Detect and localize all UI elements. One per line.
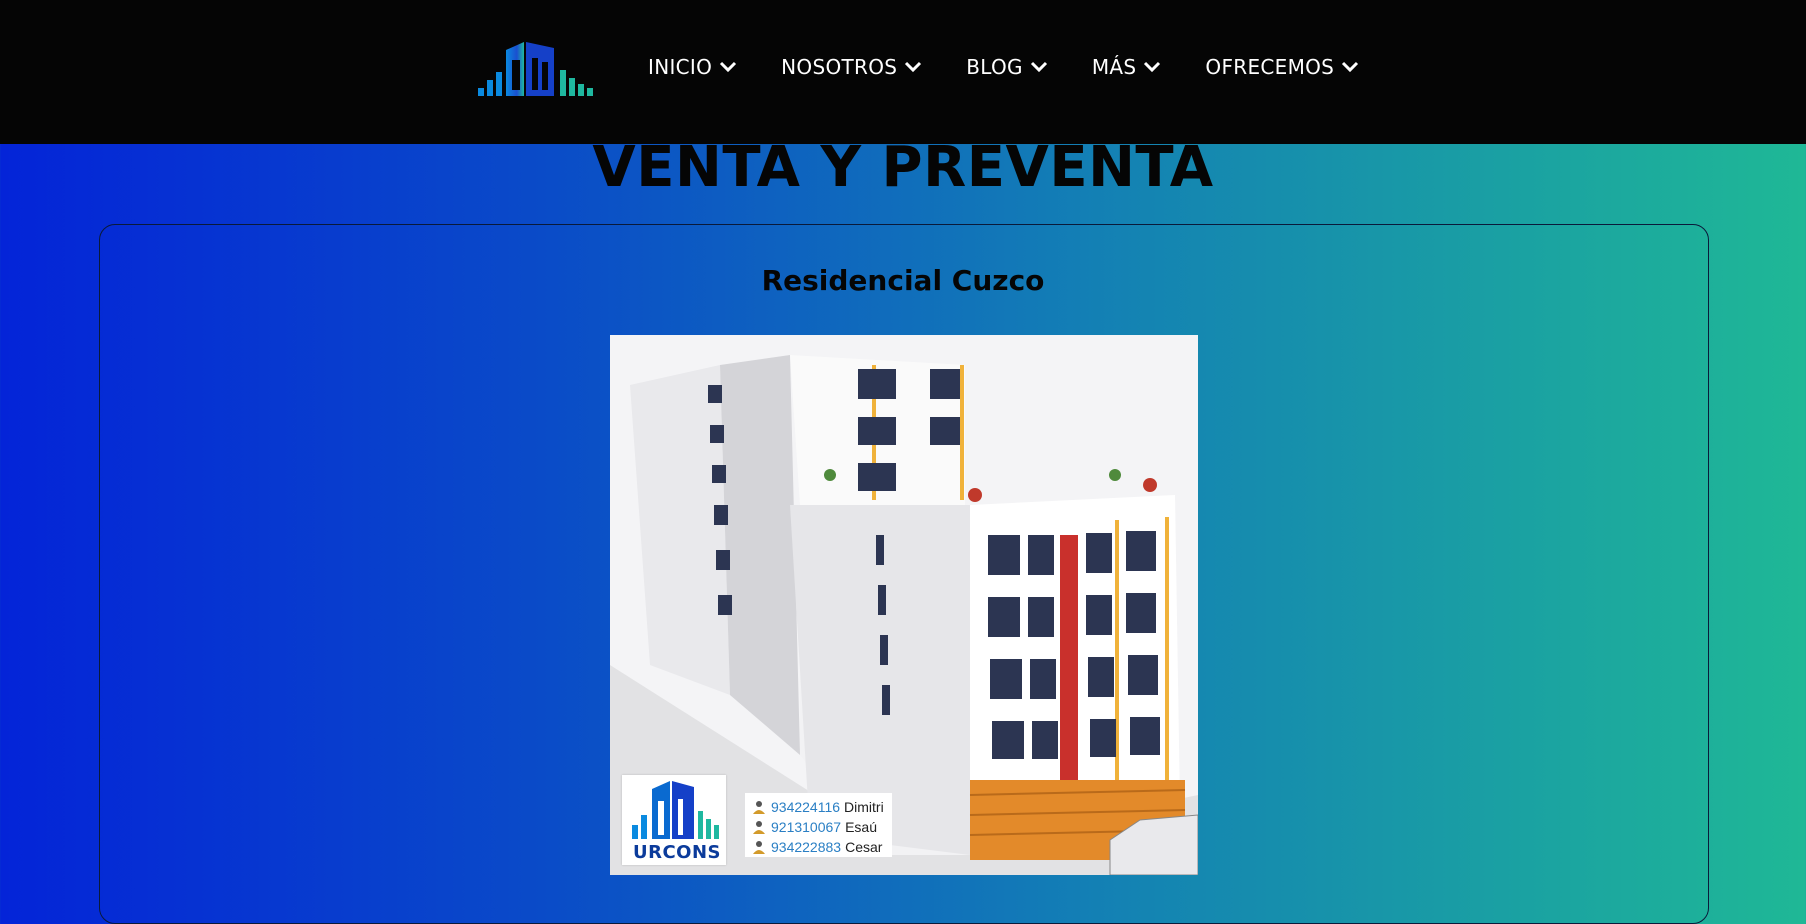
contact-name: Dimitri	[844, 799, 884, 815]
nav-item-mas[interactable]: MÁS	[1092, 55, 1162, 79]
contact-row: 934222883 Cesar	[753, 837, 884, 857]
person-icon	[753, 821, 765, 834]
listing-title: Residencial Cuzco	[761, 264, 1045, 297]
contact-row: 934224116 Dimitri	[753, 797, 884, 817]
nav-item-inicio[interactable]: INICIO	[648, 55, 737, 79]
contact-row: 921310067 Esaú	[753, 817, 884, 837]
nav-item-label: MÁS	[1091, 55, 1137, 79]
building-logo-icon[interactable]	[476, 40, 598, 98]
person-icon	[753, 801, 765, 814]
nav-item-label: NOSOTROS	[781, 55, 898, 79]
nav-item-label: BLOG	[966, 55, 1023, 79]
nav-item-ofrecemos[interactable]: OFRECEMOS	[1205, 55, 1359, 79]
nav-item-blog[interactable]: BLOG	[966, 55, 1048, 79]
contact-phone: 934224116	[771, 799, 841, 815]
contact-list: 934224116 Dimitri 921310067 Esaú 9342228…	[745, 793, 892, 857]
contact-name: Cesar	[845, 839, 883, 855]
nav-item-nosotros[interactable]: NOSOTROS	[781, 55, 922, 79]
top-navbar: INICIO NOSOTROS BLOG MÁS OFRECEMOS	[0, 0, 1806, 144]
chevron-down-icon	[905, 61, 922, 73]
contact-name: Esaú	[845, 819, 877, 835]
nav-item-label: OFRECEMOS	[1205, 55, 1335, 79]
contact-phone: 921310067	[771, 819, 842, 835]
nav-item-label: INICIO	[648, 55, 713, 79]
main-menu: INICIO NOSOTROS BLOG MÁS OFRECEMOS	[648, 55, 1403, 79]
chevron-down-icon	[720, 61, 737, 73]
person-icon	[753, 841, 765, 854]
building-logo-icon	[632, 781, 719, 839]
chevron-down-icon	[1030, 61, 1047, 73]
image-logo-text: URCONS	[633, 842, 722, 863]
chevron-down-icon	[1144, 61, 1161, 73]
contact-phone: 934222883	[771, 839, 842, 855]
chevron-down-icon	[1342, 61, 1359, 73]
